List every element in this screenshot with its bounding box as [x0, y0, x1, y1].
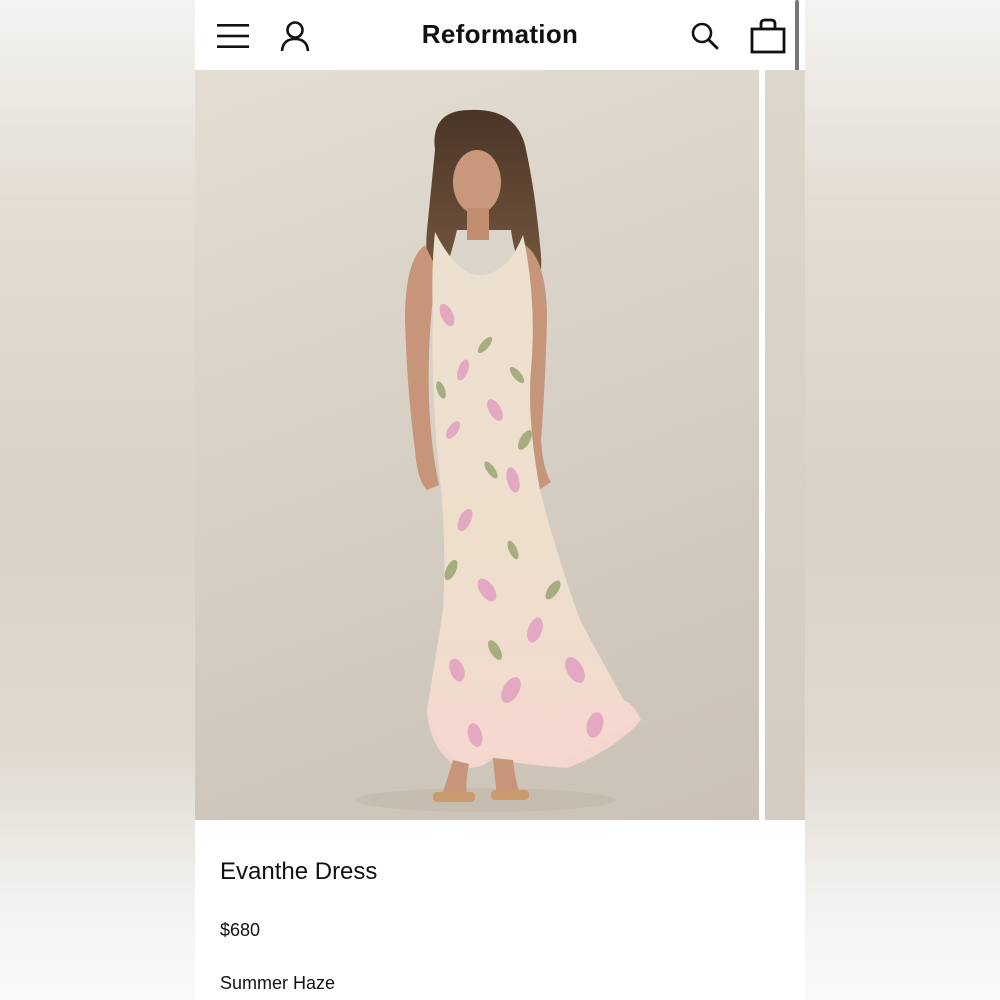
left-blur-backdrop — [0, 0, 195, 1000]
model-wearing-dress-illustration — [355, 109, 641, 812]
next-product-photo-peek[interactable] — [765, 70, 805, 820]
product-title: Evanthe Dress — [220, 858, 378, 885]
product-photo[interactable] — [195, 70, 759, 820]
shopping-bag-button[interactable] — [746, 14, 790, 58]
product-price: $680 — [220, 920, 261, 940]
bag-icon — [750, 18, 786, 54]
right-blur-backdrop — [805, 0, 1000, 1000]
phone-screen: Reformation Evanthe Dress $680 Summer Ha… — [195, 0, 805, 1000]
product-color-name: Summer Haze — [220, 973, 336, 993]
search-icon — [691, 22, 719, 50]
search-button[interactable] — [683, 14, 727, 58]
top-navigation-bar: Reformation — [195, 0, 805, 70]
product-image-gallery[interactable] — [195, 70, 805, 820]
